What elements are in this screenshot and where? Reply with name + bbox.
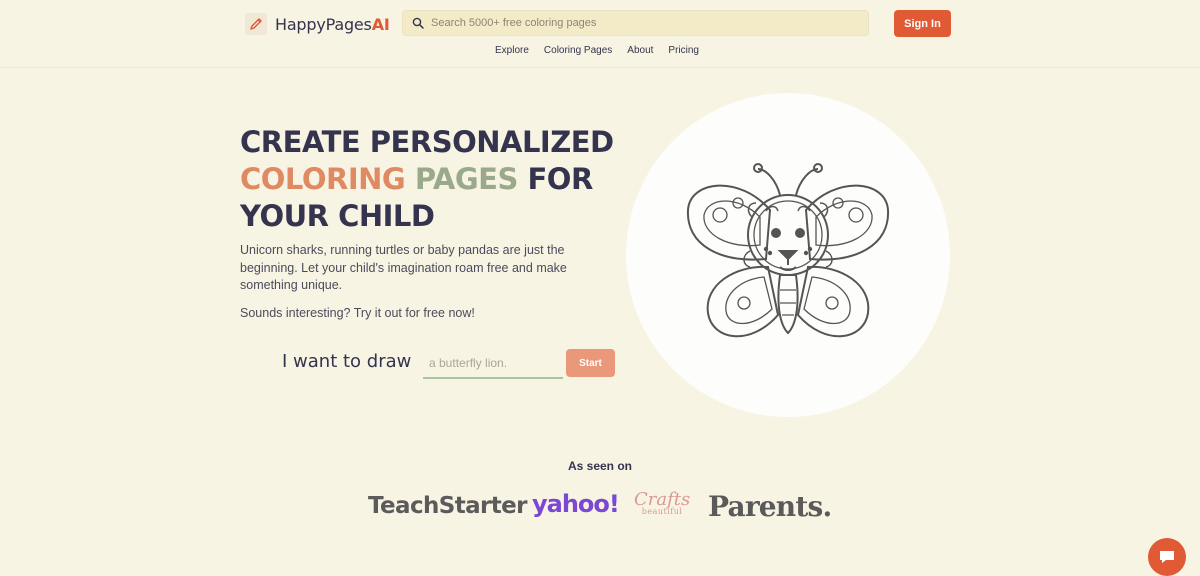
crafts-beautiful-logo: Crafts beautiful <box>634 491 690 516</box>
nav-about[interactable]: About <box>627 45 653 56</box>
chat-button[interactable] <box>1148 538 1186 576</box>
hero-title-pages: pages <box>414 162 519 196</box>
site-header: HappyPagesAI Sign In Explore Coloring Pa… <box>0 0 1200 68</box>
search-input[interactable] <box>431 17 851 29</box>
main-nav: Explore Coloring Pages About Pricing <box>495 45 699 56</box>
pencil-icon <box>245 13 267 35</box>
yahoo-logo: yahoo! <box>532 490 620 518</box>
logo-accent: AI <box>371 14 390 34</box>
draw-prompt-label: I want to draw <box>282 351 412 372</box>
hero-description: Unicorn sharks, running turtles or baby … <box>240 243 567 292</box>
start-button[interactable]: Start <box>566 349 615 377</box>
butterfly-lion-image <box>686 163 890 338</box>
hero-title-coloring: coloring <box>240 162 406 196</box>
logo-text: HappyPagesAI <box>275 15 390 34</box>
as-seen-on-heading: As seen on <box>567 459 633 473</box>
search-bar[interactable] <box>402 10 869 36</box>
nav-explore[interactable]: Explore <box>495 45 529 56</box>
hero-title-line1: Create personalized <box>240 125 614 159</box>
nav-coloring-pages[interactable]: Coloring Pages <box>544 45 612 56</box>
chat-bubble-icon <box>1160 551 1174 563</box>
hero-subtext: Sounds interesting? Try it out for free … <box>240 306 475 320</box>
logo-name: HappyPages <box>275 14 372 34</box>
hero-title-line3: your child <box>240 199 435 233</box>
sign-in-button[interactable]: Sign In <box>894 10 951 37</box>
crafts-logo-subword: beautiful <box>641 507 683 516</box>
hero-title: Create personalized coloring pages for y… <box>240 124 620 235</box>
teachstarter-logo: TeachStarter <box>368 493 528 519</box>
nav-pricing[interactable]: Pricing <box>668 45 699 56</box>
search-icon <box>412 17 424 29</box>
parents-logo: Parents. <box>708 490 832 523</box>
draw-prompt-input[interactable] <box>423 349 563 379</box>
logo[interactable]: HappyPagesAI <box>245 11 390 37</box>
hero-title-for: for <box>527 162 594 196</box>
brand-logos: TeachStarter yahoo! Crafts beautiful Par… <box>0 488 1200 528</box>
